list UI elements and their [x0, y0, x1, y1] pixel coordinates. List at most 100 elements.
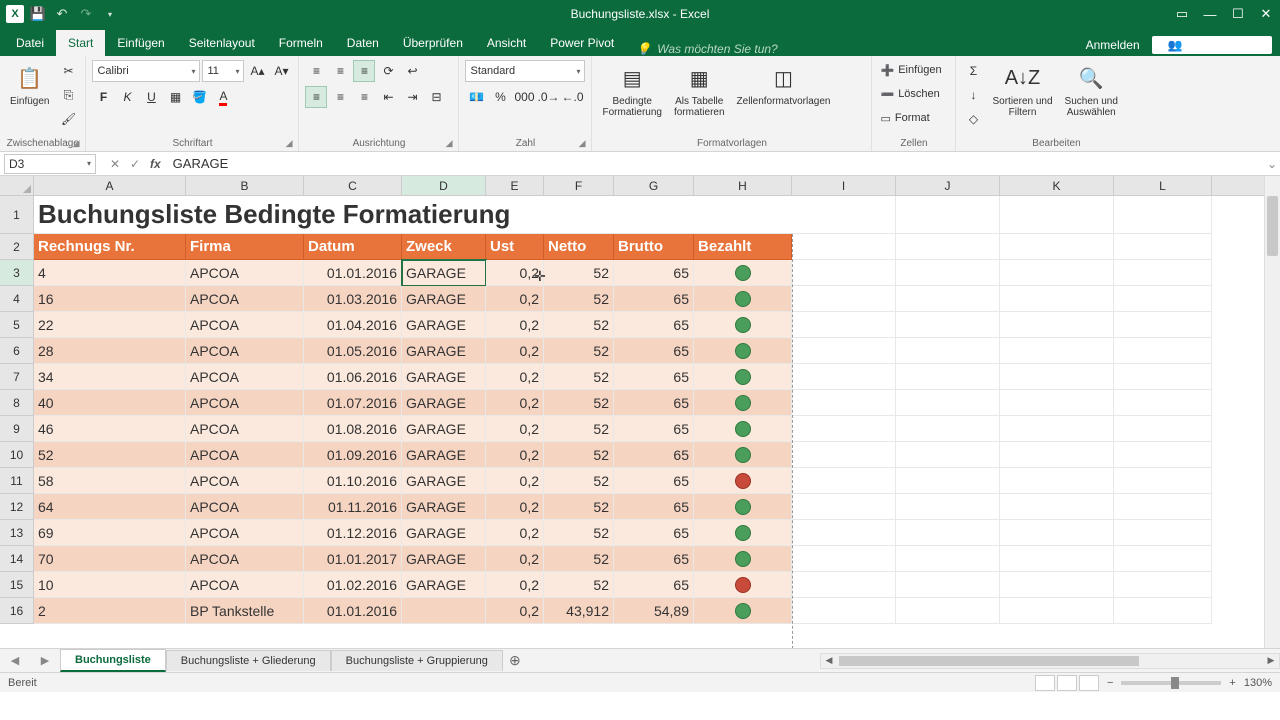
col-header-K[interactable]: K: [1000, 176, 1114, 195]
cell[interactable]: 0,2: [486, 442, 544, 468]
cell[interactable]: APCOA: [186, 390, 304, 416]
cell[interactable]: [1000, 364, 1114, 390]
cell[interactable]: 52: [544, 572, 614, 598]
cell[interactable]: 0,2: [486, 390, 544, 416]
cell[interactable]: 52: [544, 390, 614, 416]
cell[interactable]: [1000, 312, 1114, 338]
col-header-J[interactable]: J: [896, 176, 1000, 195]
cell[interactable]: [792, 442, 896, 468]
cell[interactable]: 69: [34, 520, 186, 546]
tab-view[interactable]: Ansicht: [475, 30, 538, 56]
share-button[interactable]: 👥 Freigeben: [1152, 36, 1272, 54]
tab-insert[interactable]: Einfügen: [105, 30, 176, 56]
cell[interactable]: 01.11.2016: [304, 494, 402, 520]
cut-icon[interactable]: ✂: [57, 60, 79, 82]
cell[interactable]: GARAGE: [402, 260, 486, 286]
wrap-text-icon[interactable]: ↩: [401, 60, 423, 82]
cell[interactable]: 52: [544, 364, 614, 390]
ribbon-options-icon[interactable]: ▭: [1168, 0, 1196, 28]
cell[interactable]: 52: [544, 416, 614, 442]
normal-view-icon[interactable]: [1035, 675, 1055, 691]
cell[interactable]: [1000, 390, 1114, 416]
title-cell[interactable]: Buchungsliste Bedingte Formatierung: [34, 196, 792, 234]
row-header[interactable]: 10: [0, 442, 34, 468]
cell[interactable]: 65: [614, 572, 694, 598]
cell[interactable]: 65: [614, 520, 694, 546]
col-header-L[interactable]: L: [1114, 176, 1212, 195]
row-header[interactable]: 9: [0, 416, 34, 442]
cell[interactable]: [1000, 546, 1114, 572]
sheet-nav-prev-icon[interactable]: ◀: [11, 654, 19, 667]
tab-review[interactable]: Überprüfen: [391, 30, 475, 56]
cell[interactable]: 65: [614, 494, 694, 520]
cell[interactable]: [1000, 416, 1114, 442]
align-center-icon[interactable]: ≡: [329, 86, 351, 108]
cell[interactable]: [1114, 390, 1212, 416]
cell[interactable]: 16: [34, 286, 186, 312]
cell[interactable]: APCOA: [186, 260, 304, 286]
cell[interactable]: 65: [614, 260, 694, 286]
align-right-icon[interactable]: ≡: [353, 86, 375, 108]
cell[interactable]: 22: [34, 312, 186, 338]
qat-customize-icon[interactable]: ▾: [100, 4, 120, 24]
cell[interactable]: [896, 572, 1000, 598]
page-layout-view-icon[interactable]: [1057, 675, 1077, 691]
font-name-combo[interactable]: Calibri▾: [92, 60, 200, 82]
cell[interactable]: [1000, 572, 1114, 598]
merge-center-icon[interactable]: ⊟: [425, 86, 447, 108]
select-all-button[interactable]: [0, 176, 34, 195]
cell[interactable]: GARAGE: [402, 572, 486, 598]
cell[interactable]: [1000, 520, 1114, 546]
increase-decimal-icon[interactable]: .0→: [537, 86, 559, 108]
cell[interactable]: [896, 286, 1000, 312]
cell[interactable]: 01.03.2016: [304, 286, 402, 312]
cell[interactable]: [1000, 338, 1114, 364]
cell[interactable]: [694, 416, 792, 442]
cell[interactable]: GARAGE: [402, 286, 486, 312]
cell[interactable]: APCOA: [186, 468, 304, 494]
clear-icon[interactable]: ◇: [962, 108, 984, 130]
cell[interactable]: [1114, 468, 1212, 494]
cell[interactable]: 52: [544, 338, 614, 364]
cell[interactable]: [1114, 494, 1212, 520]
table-header-cell[interactable]: Bezahlt: [694, 234, 792, 260]
copy-icon[interactable]: ⎘: [57, 84, 79, 106]
cell[interactable]: APCOA: [186, 364, 304, 390]
cell[interactable]: 52: [544, 442, 614, 468]
cell[interactable]: [694, 442, 792, 468]
cell[interactable]: 65: [614, 442, 694, 468]
cell[interactable]: 52: [544, 520, 614, 546]
cell[interactable]: [896, 260, 1000, 286]
cell[interactable]: [792, 260, 896, 286]
format-cells-button[interactable]: ▭Format: [878, 108, 931, 128]
cell[interactable]: APCOA: [186, 572, 304, 598]
cell[interactable]: [1000, 196, 1114, 234]
cell[interactable]: 01.04.2016: [304, 312, 402, 338]
cell[interactable]: 52: [544, 546, 614, 572]
cell[interactable]: [792, 598, 896, 624]
vertical-scrollbar[interactable]: [1264, 176, 1280, 648]
cell[interactable]: [1114, 546, 1212, 572]
dialog-launcher-icon[interactable]: ◢: [73, 138, 80, 149]
maximize-icon[interactable]: ☐: [1224, 0, 1252, 28]
number-format-combo[interactable]: Standard▾: [465, 60, 585, 82]
cell[interactable]: 52: [544, 260, 614, 286]
cell[interactable]: [792, 390, 896, 416]
cell[interactable]: 2: [34, 598, 186, 624]
cell[interactable]: [694, 598, 792, 624]
cell[interactable]: 65: [614, 338, 694, 364]
cell[interactable]: [694, 468, 792, 494]
cell[interactable]: [1000, 234, 1114, 260]
table-header-cell[interactable]: Netto: [544, 234, 614, 260]
tell-me-search[interactable]: 💡 Was möchten Sie tun?: [626, 42, 787, 56]
cell[interactable]: APCOA: [186, 520, 304, 546]
col-header-F[interactable]: F: [544, 176, 614, 195]
cell[interactable]: [1114, 196, 1212, 234]
row-header[interactable]: 3: [0, 260, 34, 286]
signin-link[interactable]: Anmelden: [1078, 34, 1148, 56]
percent-icon[interactable]: %: [489, 86, 511, 108]
row-header[interactable]: 4: [0, 286, 34, 312]
cell[interactable]: [1000, 260, 1114, 286]
cell[interactable]: 58: [34, 468, 186, 494]
cell[interactable]: GARAGE: [402, 494, 486, 520]
